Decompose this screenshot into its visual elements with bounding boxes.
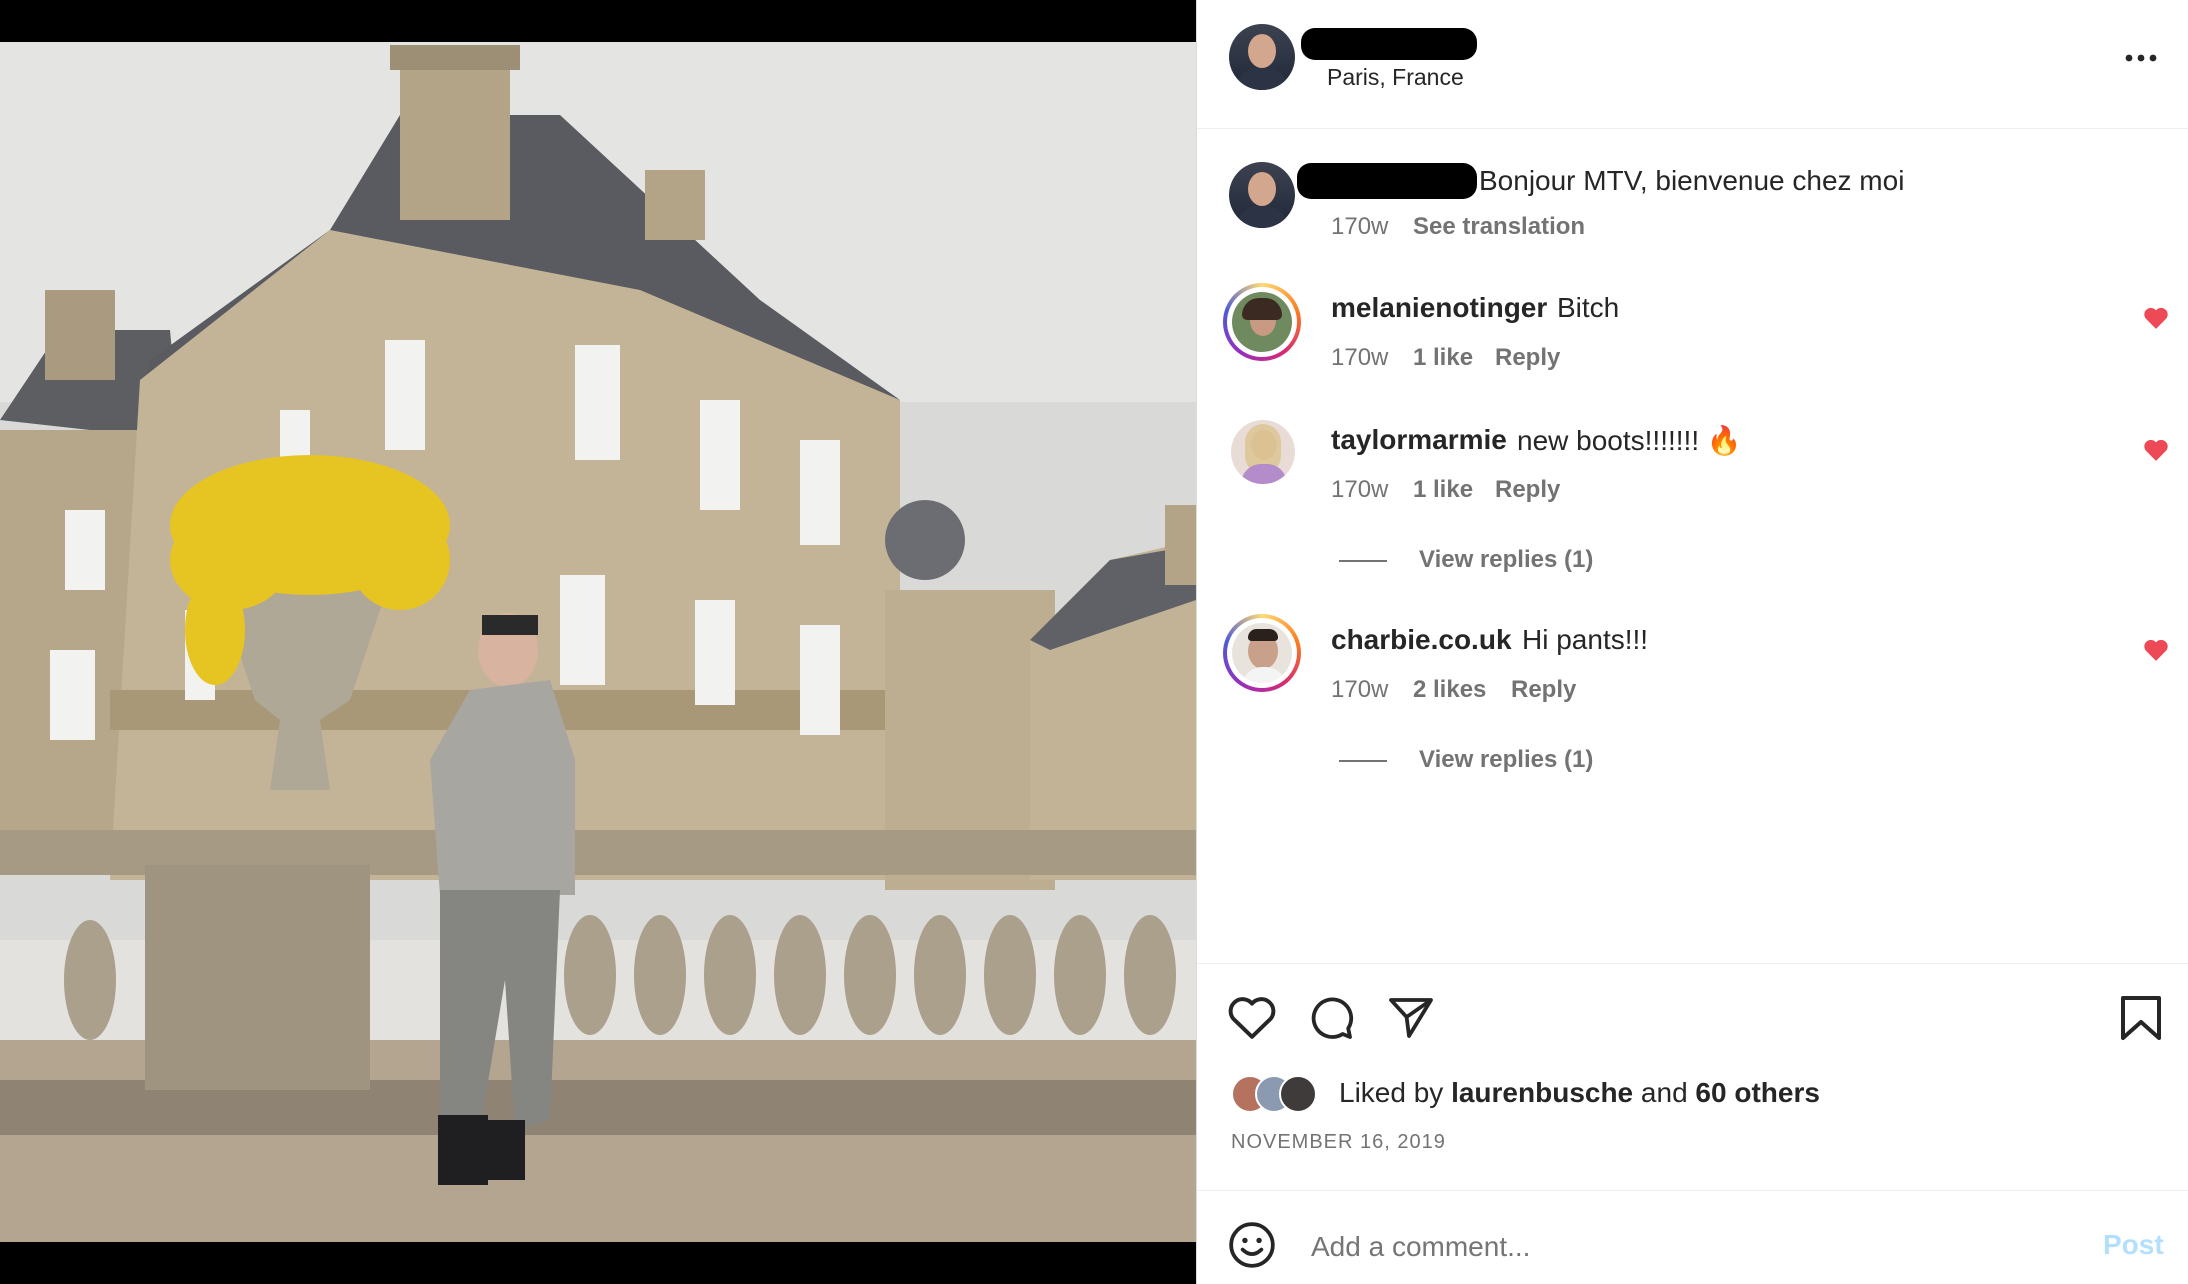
header-divider [1197, 128, 2188, 129]
likes-summary: Liked by laurenbusche and 60 others [1339, 1077, 1820, 1109]
post-comment-button[interactable]: Post [2103, 1229, 2164, 1261]
photo-illustration [0, 0, 1196, 1284]
author-avatar[interactable] [1229, 24, 1295, 90]
post-date[interactable]: NOVEMBER 16, 2019 [1231, 1131, 1446, 1154]
see-translation-link[interactable]: See translation [1413, 213, 1585, 241]
emoji-icon[interactable] [1227, 1220, 1277, 1275]
caption-avatar[interactable] [1229, 162, 1295, 228]
comment-icon[interactable] [1307, 994, 1355, 1047]
comment-username[interactable]: melanienotinger [1331, 292, 1547, 324]
likes-user[interactable]: laurenbusche [1451, 1077, 1633, 1108]
view-replies-button[interactable]: View replies (1) [1419, 546, 1593, 574]
heart-icon[interactable] [2143, 438, 2169, 467]
commenter-avatar[interactable] [1232, 292, 1292, 352]
share-icon[interactable] [1387, 994, 1435, 1047]
likes-others[interactable]: 60 others [1695, 1077, 1820, 1108]
comment-like-count[interactable]: 1 like [1413, 344, 1473, 372]
comment-reply-button[interactable]: Reply [1495, 476, 1560, 504]
comment-avatar-ring [1223, 283, 1301, 361]
post-photo[interactable] [0, 0, 1196, 1284]
post-location[interactable]: Paris, France [1327, 64, 1464, 91]
likes-and: and [1640, 1077, 1688, 1108]
comment-age[interactable]: 170w [1331, 476, 1388, 504]
comment-text: Hi pants!!! [1522, 624, 1649, 655]
liker-avatar [1279, 1075, 1317, 1113]
comment-avatar-ring [1223, 614, 1301, 692]
redacted-caption-username [1297, 163, 1477, 199]
comment-username[interactable]: taylormarmie [1331, 424, 1507, 456]
save-bookmark-icon[interactable] [2119, 994, 2163, 1047]
caption-text: Bonjour MTV, bienvenue chez moi [1479, 165, 1905, 196]
replies-line [1339, 560, 1387, 562]
comment-reply-button[interactable]: Reply [1511, 676, 1576, 704]
replies-line [1339, 760, 1387, 762]
likes-prefix: Liked by [1339, 1077, 1444, 1108]
add-comment-input[interactable] [1309, 1224, 2013, 1270]
comment-like-count[interactable]: 2 likes [1413, 676, 1486, 704]
heart-icon[interactable] [2143, 638, 2169, 667]
caption-age[interactable]: 170w [1331, 213, 1388, 241]
comment-age[interactable]: 170w [1331, 344, 1388, 372]
composer-divider [1197, 1190, 2188, 1191]
heart-icon[interactable] [2143, 306, 2169, 335]
comment-reply-button[interactable]: Reply [1495, 344, 1560, 372]
commenter-avatar[interactable] [1232, 623, 1292, 683]
comment-text: new boots!!!!!!! 🔥 [1517, 425, 1742, 456]
redacted-username [1301, 28, 1477, 60]
comment-text: Bitch [1557, 292, 1620, 323]
like-icon[interactable] [1227, 994, 1277, 1045]
more-options-icon[interactable] [2121, 48, 2161, 68]
comment-username[interactable]: charbie.co.uk [1331, 624, 1512, 656]
comment-age[interactable]: 170w [1331, 676, 1388, 704]
comment-like-count[interactable]: 1 like [1413, 476, 1473, 504]
view-replies-button[interactable]: View replies (1) [1419, 746, 1593, 774]
commenter-avatar[interactable] [1231, 420, 1295, 484]
actions-divider [1197, 963, 2188, 964]
post-sidebar: Paris, France Bonjour MTV, bienvenue che… [1196, 0, 2188, 1284]
